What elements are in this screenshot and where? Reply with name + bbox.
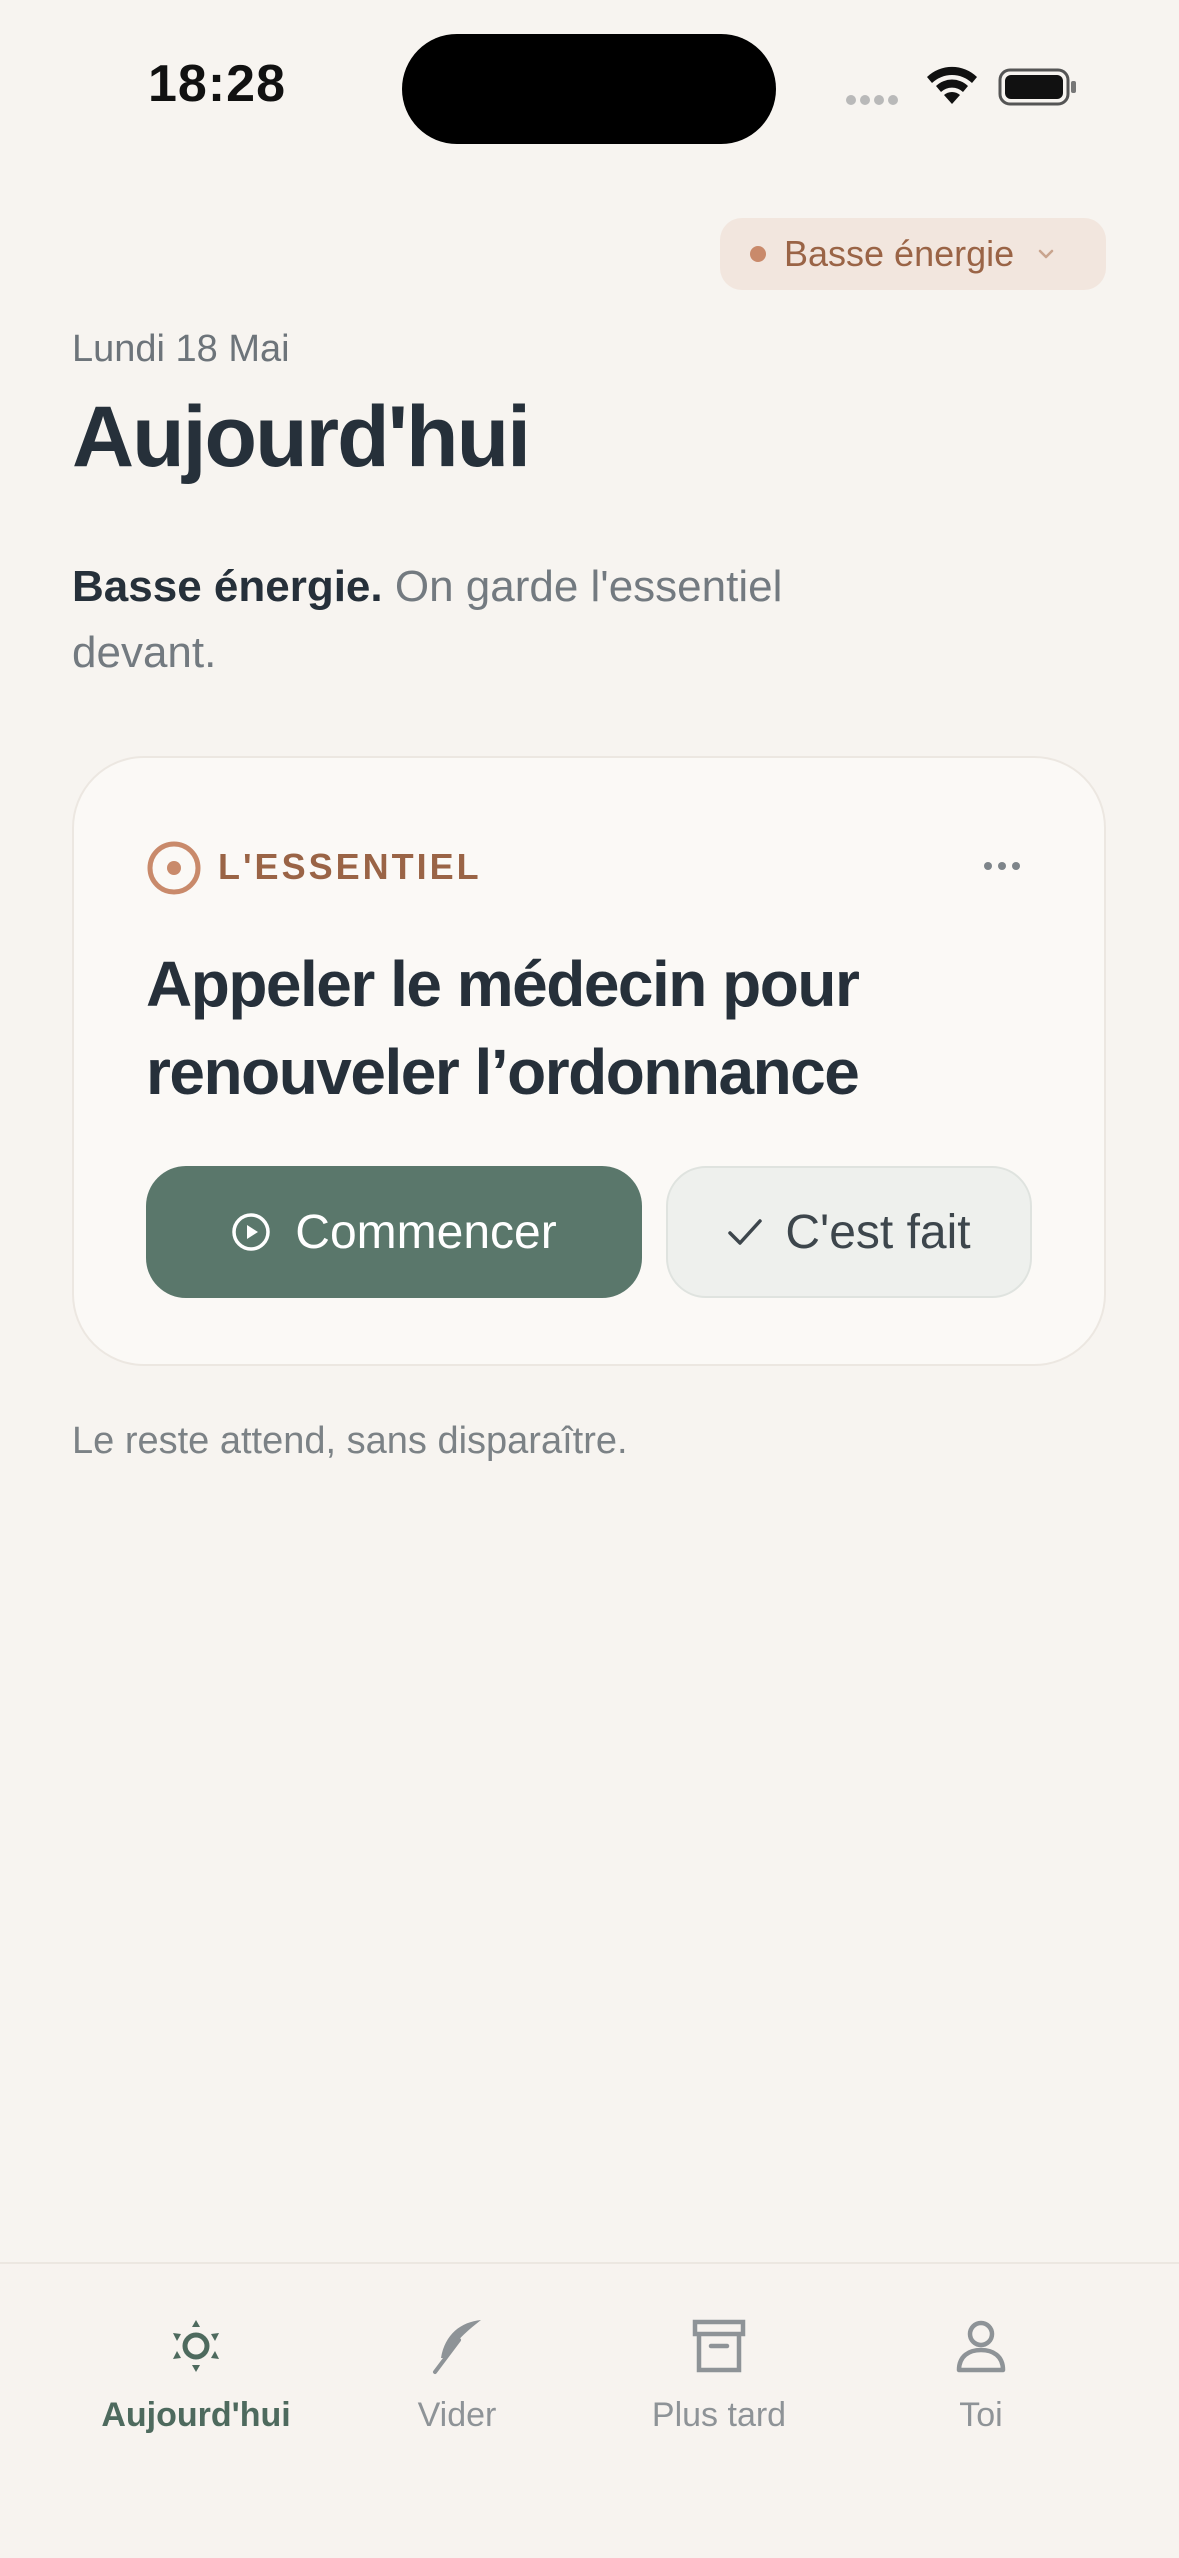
wifi-icon [927,66,977,104]
battery-icon [998,68,1076,106]
footer-note: Le reste attend, sans disparaître. [72,1420,628,1462]
tab-empty[interactable]: Vider [327,2314,587,2435]
tab-later-label: Plus tard [651,2396,787,2434]
more-options-icon[interactable] [978,846,1026,886]
tab-today[interactable]: Aujourd'hui [66,2314,326,2435]
mark-done-button[interactable]: C'est fait [666,1166,1032,1298]
status-time: 18:28 [148,55,286,113]
play-circle-icon [232,1213,271,1251]
energy-summary: Basse énergie. On garde l'essentiel deva… [72,554,892,686]
tab-today-label: Aujourd'hui [101,2396,291,2434]
start-button-label: Commencer [295,1205,557,1259]
tab-later[interactable]: Plus tard [589,2314,849,2435]
chevron-down-icon [1038,249,1054,259]
energy-level-selector[interactable]: Basse énergie [720,218,1106,290]
feather-icon [433,2320,481,2374]
energy-level-label: Basse énergie [784,233,1015,274]
cellular-signal-icon [846,92,904,106]
person-icon [956,2320,1006,2373]
dynamic-island [402,34,776,144]
card-section-label: L'ESSENTIEL [218,846,482,887]
target-icon [147,841,201,895]
page-title: Aujourd'hui [72,389,531,485]
energy-dot-icon [750,246,766,262]
current-date: Lundi 18 Mai [72,328,290,370]
sun-icon [173,2320,219,2372]
checkmark-icon [728,1219,763,1245]
tab-profile-label: Toi [959,2396,1003,2434]
tab-empty-label: Vider [417,2396,497,2434]
mark-done-button-label: C'est fait [785,1205,971,1259]
task-title: Appeler le médecin pour renouveler l’ord… [146,948,860,1108]
start-button[interactable]: Commencer [146,1166,642,1298]
energy-summary-bold: Basse énergie. [72,562,383,611]
tab-profile[interactable]: Toi [851,2314,1111,2435]
archive-icon [692,2319,746,2373]
